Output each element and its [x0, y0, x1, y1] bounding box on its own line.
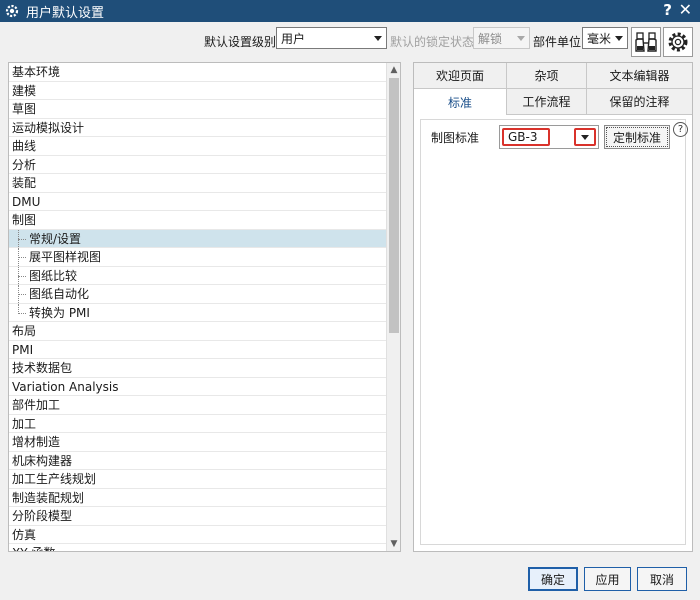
- tree-item[interactable]: 部件加工: [9, 396, 387, 415]
- lock-value: 解锁: [478, 31, 503, 46]
- level-value: 用户: [281, 31, 306, 46]
- binoculars-icon: [635, 32, 657, 52]
- tree-item[interactable]: 技术数据包: [9, 359, 387, 378]
- tab-content-standard: 制图标准 GB-3 定制标准 ?: [414, 115, 692, 551]
- title-bar: 用户默认设置 ? ✕: [0, 0, 700, 22]
- chevron-down-icon[interactable]: [574, 128, 596, 146]
- tree-item[interactable]: 加工生产线规划: [9, 470, 387, 489]
- level-dropdown[interactable]: 用户: [276, 27, 387, 49]
- tab-welcome[interactable]: 欢迎页面: [414, 63, 507, 89]
- tree-item[interactable]: 制造装配规划: [9, 489, 387, 507]
- tree-item[interactable]: 布局: [9, 322, 387, 341]
- unit-dropdown[interactable]: 毫米: [582, 27, 628, 49]
- cancel-button[interactable]: 取消: [637, 567, 687, 591]
- tree-item[interactable]: 展平图样视图: [9, 248, 387, 267]
- unit-label: 部件单位: [533, 35, 582, 49]
- toolbar: 默认设置级别 用户 默认的锁定状态 解锁 部件单位 毫米: [0, 27, 700, 57]
- tree-item[interactable]: XY 函数: [9, 544, 387, 551]
- category-tree: 基本环境 建模 草图 运动模拟设计 曲线 分析 装配 DMU 制图 常规/设置 …: [8, 62, 401, 552]
- tree-item[interactable]: 分阶段模型: [9, 507, 387, 526]
- gear-icon: [668, 32, 688, 52]
- tab-misc[interactable]: 杂项: [507, 63, 587, 89]
- tree-item[interactable]: 基本环境: [9, 63, 387, 82]
- tab-text-editor[interactable]: 文本编辑器: [587, 63, 692, 89]
- tree-item[interactable]: 分析: [9, 156, 387, 174]
- tree-item[interactable]: DMU: [9, 193, 387, 211]
- ok-button[interactable]: 确定: [528, 567, 578, 591]
- tree-item[interactable]: 仿真: [9, 526, 387, 544]
- apply-button[interactable]: 应用: [584, 567, 631, 591]
- standard-frame: 制图标准 GB-3 定制标准 ?: [420, 119, 688, 545]
- tree-item[interactable]: 草图: [9, 100, 387, 119]
- level-label: 默认设置级别: [204, 35, 277, 49]
- tree-item[interactable]: 装配: [9, 174, 387, 193]
- drafting-standard-value: GB-3: [502, 128, 550, 146]
- scroll-up-icon[interactable]: ▲: [387, 63, 400, 77]
- gear-icon: [5, 4, 19, 18]
- tree-item[interactable]: 转换为 PMI: [9, 303, 387, 322]
- tree-item[interactable]: 建模: [9, 82, 387, 100]
- scroll-down-icon[interactable]: ▼: [387, 537, 400, 551]
- tree-item-selected[interactable]: 常规/设置: [9, 229, 387, 248]
- help-circle-icon[interactable]: ?: [673, 122, 688, 137]
- tab-standard[interactable]: 标准: [414, 89, 507, 115]
- settings-button[interactable]: [663, 27, 693, 57]
- scroll-thumb[interactable]: [389, 78, 399, 333]
- tree-scrollbar[interactable]: ▲ ▼: [386, 63, 400, 551]
- chevron-down-icon: [615, 36, 623, 41]
- drafting-standard-dropdown[interactable]: GB-3: [499, 125, 599, 149]
- settings-panel: 欢迎页面 杂项 文本编辑器 标准 工作流程 保留的注释 制图标准 GB-3 定制…: [413, 62, 693, 552]
- tree-item[interactable]: 增材制造: [9, 433, 387, 452]
- chevron-down-icon: [374, 36, 382, 41]
- tree-item[interactable]: 机床构建器: [9, 452, 387, 470]
- tree-item[interactable]: PMI: [9, 341, 387, 359]
- lock-dropdown: 解锁: [473, 27, 530, 49]
- lock-label: 默认的锁定状态: [390, 35, 475, 49]
- drafting-standard-label: 制图标准: [431, 131, 480, 145]
- tree-item[interactable]: 运动模拟设计: [9, 119, 387, 137]
- tab-workflow[interactable]: 工作流程: [507, 89, 587, 115]
- tree-item[interactable]: 加工: [9, 415, 387, 433]
- tree-item[interactable]: Variation Analysis: [9, 378, 387, 396]
- tree-item[interactable]: 制图: [9, 211, 387, 230]
- tree-item[interactable]: 曲线: [9, 137, 387, 156]
- chevron-down-icon: [517, 36, 525, 41]
- find-button[interactable]: [631, 27, 661, 57]
- tree-item[interactable]: 图纸比较: [9, 266, 387, 285]
- unit-value: 毫米: [587, 31, 612, 46]
- customize-standard-button[interactable]: 定制标准: [604, 125, 670, 149]
- tab-retained-annotations[interactable]: 保留的注释: [587, 89, 692, 115]
- close-button[interactable]: ✕: [679, 0, 692, 19]
- help-button[interactable]: ?: [663, 1, 672, 19]
- window-title: 用户默认设置: [26, 5, 105, 21]
- tree-item[interactable]: 图纸自动化: [9, 285, 387, 304]
